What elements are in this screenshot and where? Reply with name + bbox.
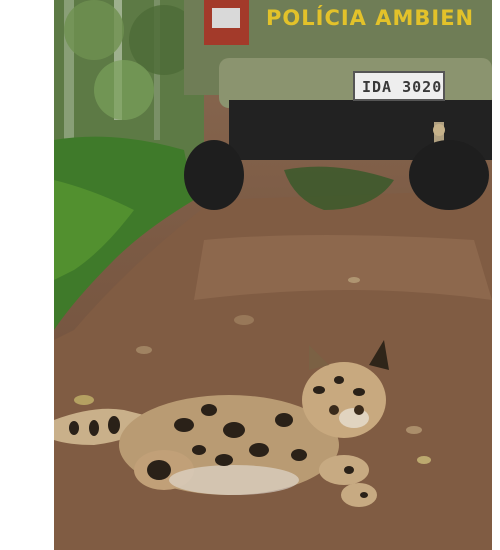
photo: POLÍCIA AMBIEN IDA 3020 — [54, 0, 492, 550]
truck-lettering: POLÍCIA AMBIEN — [266, 6, 475, 30]
tire — [184, 140, 244, 210]
tire — [409, 140, 489, 210]
license-plate-text: IDA 3020 — [362, 78, 443, 96]
